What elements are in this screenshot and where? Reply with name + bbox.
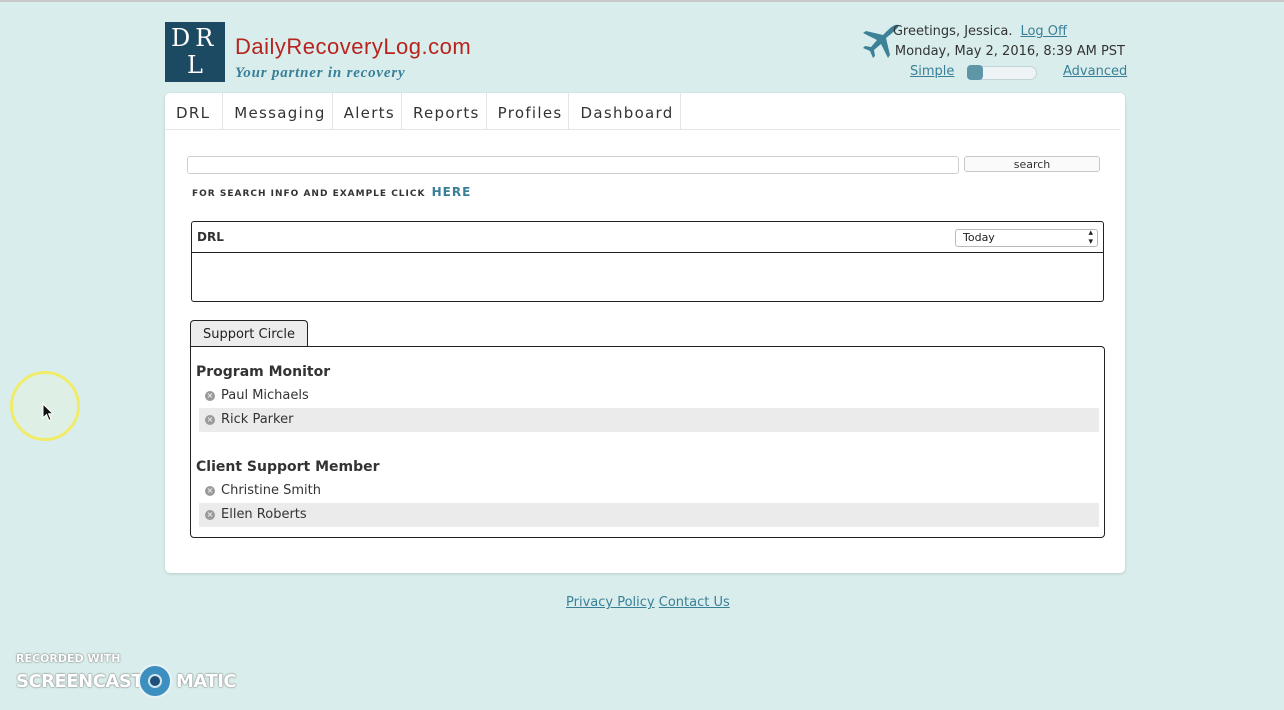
drl-panel: DRL Today ▴ ▾ — [191, 221, 1104, 302]
nav-tab-reports[interactable]: Reports — [402, 93, 487, 129]
site-name[interactable]: DailyRecoveryLog.com — [235, 34, 471, 60]
nav-divider — [165, 129, 1120, 130]
greeting: Greetings, Jessica. Log Off — [893, 24, 1067, 39]
drl-panel-header: DRL Today ▴ ▾ — [192, 222, 1103, 253]
screencast-logo-icon — [138, 664, 172, 698]
search-info-text: FOR SEARCH INFO AND EXAMPLE CLICK — [192, 189, 426, 199]
greeting-text: Greetings, Jessica. — [892, 24, 1013, 39]
member-bullet-icon: × — [205, 391, 215, 401]
nav-tab-messaging[interactable]: Messaging — [223, 93, 333, 129]
member-bullet-icon: × — [205, 510, 215, 520]
mode-advanced-link[interactable]: Advanced — [1063, 64, 1127, 79]
drl-panel-title: DRL — [197, 230, 224, 244]
main-nav: DRL Messaging Alerts Reports Profiles Da… — [165, 93, 681, 129]
logo-text-line2: L — [187, 51, 203, 79]
search-info-here-link[interactable]: HERE — [432, 185, 472, 199]
drl-period-value: Today — [963, 231, 995, 244]
watermark-matic: MATIC — [176, 671, 237, 692]
mouse-pointer-icon — [42, 403, 54, 422]
watermark-screencast: SCREENCAST — [16, 671, 144, 692]
member-row[interactable]: × Christine Smith — [199, 479, 1099, 503]
nav-tab-drl[interactable]: DRL — [165, 93, 224, 129]
member-row[interactable]: × Paul Michaels — [199, 384, 1099, 408]
nav-tab-profiles[interactable]: Profiles — [487, 93, 570, 129]
log-off-link[interactable]: Log Off — [1020, 24, 1067, 39]
logo-text-line1: DR — [171, 24, 219, 52]
nav-tab-dashboard[interactable]: Dashboard — [569, 93, 681, 129]
drl-period-select[interactable]: Today ▴ ▾ — [955, 229, 1098, 247]
mode-simple-link[interactable]: Simple — [910, 64, 954, 79]
group-title-client-support: Client Support Member — [196, 459, 380, 475]
support-circle-panel: Program Monitor × Paul Michaels × Rick P… — [190, 346, 1105, 538]
search-info: FOR SEARCH INFO AND EXAMPLE CLICK HERE — [192, 185, 471, 199]
top-border — [0, 0, 1284, 2]
member-name[interactable]: Paul Michaels — [221, 388, 309, 403]
footer-links: Privacy Policy Contact Us — [566, 595, 730, 610]
main-panel: DRL Messaging Alerts Reports Profiles Da… — [165, 93, 1125, 573]
member-name[interactable]: Rick Parker — [221, 412, 293, 427]
member-name[interactable]: Christine Smith — [221, 483, 321, 498]
privacy-policy-link[interactable]: Privacy Policy — [566, 595, 655, 610]
drl-logo[interactable]: DR L — [165, 22, 225, 82]
search-input[interactable] — [187, 156, 959, 174]
group-title-program-monitor: Program Monitor — [196, 364, 331, 380]
member-row[interactable]: × Rick Parker — [199, 408, 1099, 432]
member-row[interactable]: × Ellen Roberts — [199, 503, 1099, 527]
tagline: Your partner in recovery — [235, 65, 406, 81]
tab-support-circle[interactable]: Support Circle — [190, 320, 308, 346]
current-datetime: Monday, May 2, 2016, 8:39 AM PST — [894, 44, 1125, 59]
watermark-recorded-with: RECORDED WITH — [16, 652, 121, 665]
member-bullet-icon: × — [205, 486, 215, 496]
member-bullet-icon: × — [205, 415, 215, 425]
member-name[interactable]: Ellen Roberts — [221, 507, 307, 522]
nav-tab-alerts[interactable]: Alerts — [333, 93, 402, 129]
search-button[interactable]: search — [964, 156, 1100, 172]
mode-slider[interactable] — [967, 65, 1037, 80]
mode-slider-handle[interactable] — [967, 65, 983, 80]
contact-us-link[interactable]: Contact Us — [659, 595, 730, 610]
select-arrows-icon: ▴ ▾ — [1088, 228, 1093, 247]
